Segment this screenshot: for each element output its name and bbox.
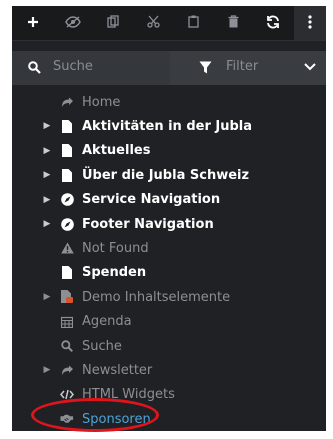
page-tree-panel: Home ▶ Aktivitäten in der Jubla ▶ Aktuel… bbox=[12, 6, 326, 431]
expand-arrow-icon[interactable]: ▶ bbox=[42, 146, 52, 156]
delete-button[interactable] bbox=[216, 6, 250, 40]
cut-button[interactable] bbox=[136, 6, 170, 40]
tree-item-label: Aktuelles bbox=[82, 143, 151, 159]
tree-item-label: Footer Navigation bbox=[82, 216, 214, 232]
tree-item-ueber-jubla[interactable]: ▶ Über die Jubla Schweiz bbox=[12, 163, 326, 187]
search-field[interactable] bbox=[12, 51, 170, 85]
cut-icon bbox=[146, 15, 160, 31]
add-button[interactable] bbox=[16, 6, 50, 40]
tree-item-label: Sponsoren bbox=[82, 411, 151, 427]
page-icon bbox=[60, 168, 74, 182]
more-icon bbox=[308, 14, 312, 32]
expand-arrow-icon[interactable]: ▶ bbox=[42, 195, 52, 205]
tree-item-spenden[interactable]: Spenden bbox=[12, 261, 326, 285]
tree-item-label: Demo Inhaltselemente bbox=[82, 289, 231, 305]
tree-item-suche[interactable]: Suche bbox=[12, 334, 326, 358]
page-icon bbox=[60, 144, 74, 158]
tree-item-label: Über die Jubla Schweiz bbox=[82, 167, 250, 183]
tree-item-label: Agenda bbox=[82, 314, 132, 330]
redirect-icon bbox=[60, 363, 74, 377]
tree-item-aktivitaeten[interactable]: ▶ Aktivitäten in der Jubla bbox=[12, 114, 326, 138]
tree-item-demo-inhaltselemente[interactable]: ▶ Demo Inhaltselemente bbox=[12, 285, 326, 309]
tree-toolbar bbox=[12, 6, 326, 41]
filter-field[interactable] bbox=[170, 51, 326, 85]
calendar-icon bbox=[60, 315, 74, 329]
search-icon bbox=[28, 61, 41, 79]
delete-icon bbox=[228, 15, 239, 31]
tree-item-label: Suche bbox=[82, 338, 122, 354]
expand-arrow-icon[interactable]: ▶ bbox=[42, 170, 52, 180]
expand-arrow-icon[interactable]: ▶ bbox=[42, 292, 52, 302]
tree-item-label: Spenden bbox=[82, 265, 147, 281]
tree-item-not-found[interactable]: Not Found bbox=[12, 236, 326, 260]
code-icon bbox=[60, 388, 74, 402]
refresh-button[interactable] bbox=[256, 6, 290, 40]
tree-item-html-widgets[interactable]: HTML Widgets bbox=[12, 383, 326, 407]
copy-icon bbox=[107, 15, 119, 31]
more-button[interactable] bbox=[294, 6, 326, 40]
refresh-icon bbox=[266, 15, 280, 32]
tree-item-sponsoren[interactable]: Sponsoren bbox=[12, 407, 326, 431]
tree-item-label: Newsletter bbox=[82, 362, 153, 378]
page-icon bbox=[60, 266, 74, 280]
tree-item-service-navigation[interactable]: ▶ Service Navigation bbox=[12, 188, 326, 212]
hide-button[interactable] bbox=[56, 6, 90, 40]
warning-icon bbox=[60, 241, 74, 255]
tree-item-label: Not Found bbox=[82, 240, 149, 256]
handshake-icon bbox=[60, 412, 74, 426]
filter-icon bbox=[199, 61, 212, 79]
tree-item-footer-navigation[interactable]: ▶ Footer Navigation bbox=[12, 212, 326, 236]
compass-icon bbox=[60, 217, 74, 231]
tree-item-agenda[interactable]: Agenda bbox=[12, 310, 326, 334]
hide-icon bbox=[65, 15, 81, 31]
search-icon bbox=[60, 339, 74, 353]
tree-item-aktuelles[interactable]: ▶ Aktuelles bbox=[12, 139, 326, 163]
tree-item-label: HTML Widgets bbox=[82, 387, 175, 403]
expand-arrow-icon[interactable]: ▶ bbox=[42, 365, 52, 375]
tree-item-newsletter[interactable]: ▶ Newsletter bbox=[12, 358, 326, 382]
page-locked-icon bbox=[60, 290, 74, 304]
tree-item-label: Home bbox=[82, 94, 121, 110]
expand-arrow-icon[interactable]: ▶ bbox=[42, 121, 52, 131]
compass-icon bbox=[60, 193, 74, 207]
search-input[interactable] bbox=[53, 59, 163, 74]
chevron-down-icon[interactable] bbox=[304, 60, 316, 74]
page-icon bbox=[60, 119, 74, 133]
tree-item-home[interactable]: Home bbox=[12, 90, 326, 114]
add-icon bbox=[27, 15, 39, 31]
paste-button[interactable] bbox=[176, 6, 210, 40]
paste-icon bbox=[187, 15, 199, 31]
tree-item-label: Service Navigation bbox=[82, 192, 221, 208]
search-filter-bar bbox=[12, 51, 326, 85]
redirect-icon bbox=[60, 95, 74, 109]
expand-arrow-icon[interactable]: ▶ bbox=[42, 219, 52, 229]
copy-button[interactable] bbox=[96, 6, 130, 40]
tree-item-label: Aktivitäten in der Jubla bbox=[82, 118, 253, 134]
